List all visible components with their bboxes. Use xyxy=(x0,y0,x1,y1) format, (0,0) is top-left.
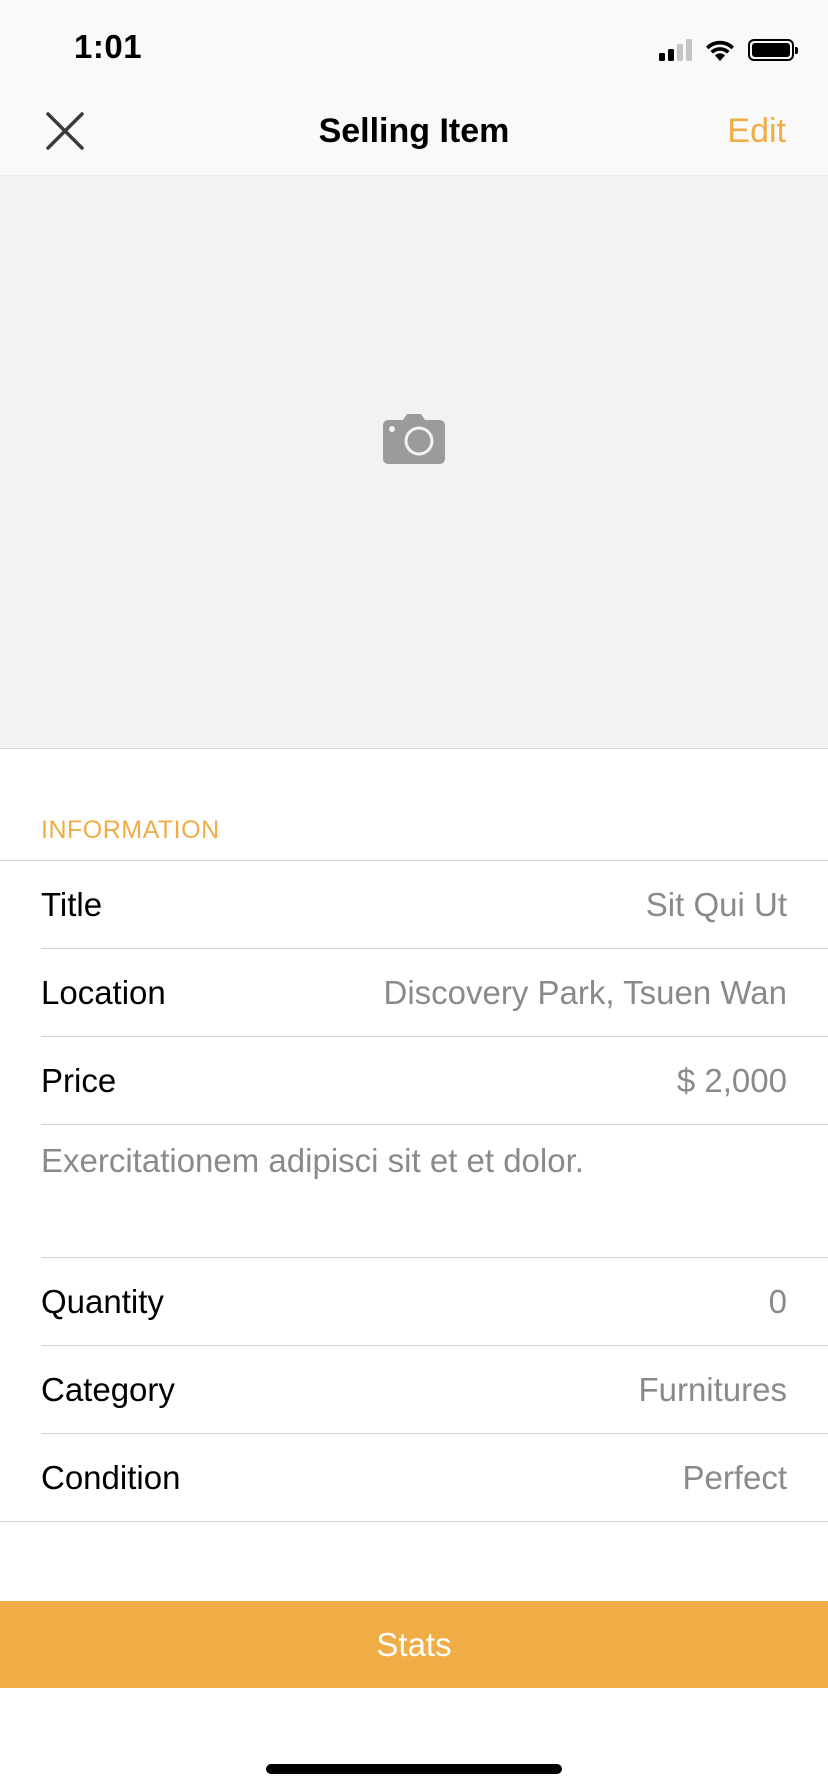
stats-button[interactable]: Stats xyxy=(0,1601,828,1688)
photo-area[interactable] xyxy=(0,176,828,749)
battery-icon xyxy=(748,39,798,61)
row-label: Location xyxy=(41,974,166,1011)
status-bar: 1:01 xyxy=(0,0,828,88)
row-label: Condition xyxy=(41,1459,181,1496)
wifi-icon xyxy=(706,40,734,61)
screen: 1:01 Selling Item Edit INFORMATION Title… xyxy=(0,0,828,1792)
row-condition[interactable]: Condition Perfect xyxy=(0,1434,828,1522)
navigation-bar: Selling Item Edit xyxy=(0,88,828,176)
row-label: Title xyxy=(41,886,103,923)
row-label: Category xyxy=(41,1371,175,1408)
row-value: $ 2,000 xyxy=(676,1062,787,1099)
status-icons xyxy=(659,36,798,64)
cellular-signal-icon xyxy=(659,39,692,61)
row-value: Discovery Park, Tsuen Wan xyxy=(383,974,787,1011)
row-value: Furnitures xyxy=(638,1371,787,1408)
home-indicator[interactable] xyxy=(266,1764,562,1774)
row-location[interactable]: Location Discovery Park, Tsuen Wan xyxy=(0,949,828,1037)
row-label: Price xyxy=(41,1062,117,1099)
divider xyxy=(0,1521,828,1522)
row-title[interactable]: Title Sit Qui Ut xyxy=(0,861,828,949)
camera-icon xyxy=(383,414,445,464)
row-value: Sit Qui Ut xyxy=(645,886,787,923)
edit-button[interactable]: Edit xyxy=(727,112,786,151)
description-text[interactable]: Exercitationem adipisci sit et et dolor. xyxy=(41,1124,787,1198)
row-category[interactable]: Category Furnitures xyxy=(0,1346,828,1434)
row-price[interactable]: Price $ 2,000 xyxy=(0,1037,828,1125)
page-title: Selling Item xyxy=(318,112,510,150)
section-header-information: INFORMATION xyxy=(41,816,220,844)
row-quantity[interactable]: Quantity 0 xyxy=(0,1258,828,1346)
row-value: Perfect xyxy=(682,1459,787,1496)
row-label: Quantity xyxy=(41,1283,164,1320)
row-value: 0 xyxy=(768,1283,787,1320)
status-time: 1:01 xyxy=(74,28,143,65)
